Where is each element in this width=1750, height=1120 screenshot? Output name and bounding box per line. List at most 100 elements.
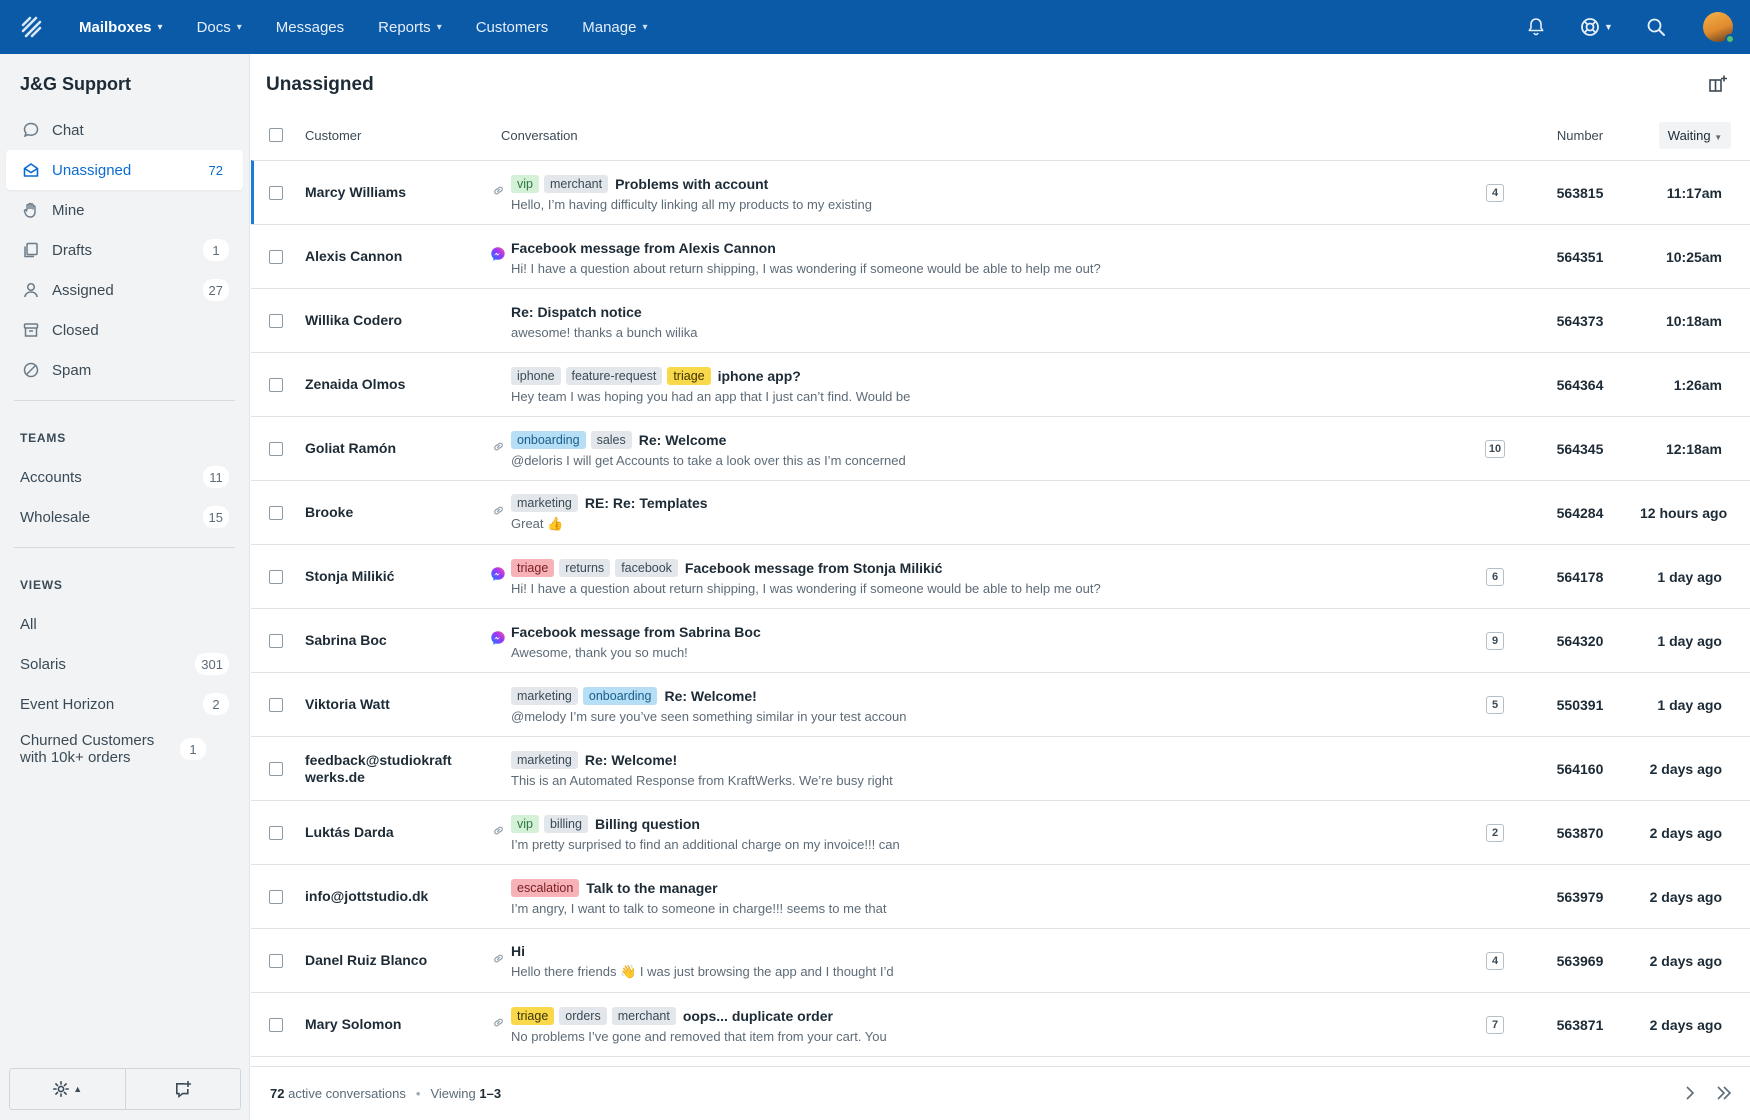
conversation-number: 550391 [1556,696,1604,713]
row-checkbox[interactable] [269,697,283,712]
views-heading: VIEWS [20,578,63,592]
table-row[interactable]: Goliat Ramón onboarding sales Re: Welcome @d… [251,416,1750,480]
sidebar-item-drafts[interactable]: Drafts 1 [6,230,243,270]
table-row[interactable]: Sabrina Boc Facebook message from Sabrina… [251,608,1750,672]
team-item-wholesale[interactable]: Wholesale 15 [6,497,243,537]
view-item-solaris[interactable]: Solaris 301 [6,644,243,684]
conversation-number: 564178 [1556,568,1604,585]
table-row[interactable]: Alexis Cannon Facebook message from Alexi… [251,224,1750,288]
table-row[interactable]: Luktás Darda vip billing Billing question I’… [251,800,1750,864]
tag[interactable]: onboarding [511,430,586,449]
team-item-accounts[interactable]: Accounts 11 [6,457,243,497]
app-logo[interactable] [0,0,62,54]
nav-item-mailboxes[interactable]: Mailboxes ▾ [62,0,180,54]
table-row[interactable]: Viktoria Watt marketing onboarding Re: Welc… [251,672,1750,736]
tag[interactable]: returns [559,558,611,577]
row-checkbox[interactable] [269,953,283,968]
table-row[interactable]: Zenaida Olmos iphone feature-request triage… [251,352,1750,416]
sidebar-item-closed[interactable]: Closed [6,310,243,350]
view-item-all[interactable]: All [6,604,243,644]
tag[interactable]: escalation [511,878,580,897]
row-checkbox[interactable] [269,889,283,904]
row-checkbox[interactable] [269,249,283,264]
sidebar-item-chat[interactable]: Chat [6,110,243,150]
tag[interactable]: marketing [511,750,578,769]
last-page-button[interactable] [1712,1081,1736,1105]
sidebar-item-mine[interactable]: Mine [6,190,243,230]
waiting-time: 2 days ago [1649,888,1722,905]
table-row[interactable]: Danel Ruiz Blanco Hi Hello there friends 👋… [251,928,1750,992]
table-row[interactable]: Marcy Williams vip merchant Problems with a… [251,160,1750,224]
new-conversation-button[interactable] [1706,72,1730,96]
column-customer[interactable]: Customer [301,128,501,143]
row-checkbox[interactable] [269,633,283,648]
sidebar-item-spam[interactable]: Spam [6,350,243,390]
online-status-dot [1725,34,1735,44]
tag[interactable]: sales [590,430,632,449]
help-icon[interactable]: ▼ [1566,0,1626,54]
row-checkbox[interactable] [269,569,283,584]
nav-item-customers[interactable]: Customers [459,0,566,54]
view-item-event-horizon[interactable]: Event Horizon 2 [6,684,243,724]
table-row[interactable]: Willika Codero Re: Dispatch notice awesome… [251,288,1750,352]
table-row[interactable]: Brooke marketing RE: Re: Templates Great 👍 5… [251,480,1750,544]
tag[interactable]: marketing [511,494,578,512]
tag[interactable]: vip [511,174,539,193]
column-conversation[interactable]: Conversation [501,128,1520,143]
tag[interactable]: feature-request [565,366,663,385]
row-checkbox[interactable] [269,825,283,840]
conversation-summary: marketing Re: Welcome! This is an Automate… [511,750,1470,788]
nav-item-docs[interactable]: Docs ▾ [180,0,259,54]
sidebar-item-unassigned[interactable]: Unassigned 72 [6,150,243,190]
tag[interactable]: marketing [511,686,578,705]
conversation-number: 564320 [1556,632,1604,649]
conversation-number: 564373 [1556,312,1604,329]
table-row[interactable]: feedback@studiokraft werks.de marketing Re… [251,736,1750,800]
nav-item-reports[interactable]: Reports ▾ [361,0,459,54]
conversation-subject: Problems with account [615,175,769,192]
column-waiting-sort[interactable]: Waiting ▼ [1658,121,1732,149]
row-checkbox[interactable] [269,1017,283,1032]
conversation-summary: Hi Hello there friends 👋 I was just brows… [511,941,1470,980]
messenger-icon [490,630,506,651]
column-number[interactable]: Number [1520,128,1640,143]
nav-item-messages[interactable]: Messages [259,0,361,54]
table-row[interactable]: Stonja Milikić triage returns facebook Faceb… [251,544,1750,608]
tag[interactable]: onboarding [582,686,658,705]
conversation-subject: Re: Welcome! [664,687,757,704]
tag[interactable]: iphone [511,366,561,385]
nav-item-manage[interactable]: Manage ▾ [565,0,664,54]
bell-icon[interactable] [1506,0,1566,54]
tag[interactable]: orders [559,1006,607,1025]
tag[interactable]: triage [511,1006,555,1025]
user-avatar-button[interactable] [1686,0,1750,54]
row-checkbox[interactable] [269,505,283,520]
row-checkbox[interactable] [269,313,283,328]
row-checkbox[interactable] [269,377,283,392]
tag[interactable]: billing [543,814,588,833]
tag[interactable]: vip [511,814,539,833]
conversation-list-panel: Unassigned Customer Conversation Number … [251,54,1750,1120]
tag[interactable]: triage [511,558,555,577]
next-page-button[interactable] [1678,1081,1702,1105]
chevron-down-icon: ▼ [1714,132,1723,142]
tag[interactable]: triage [667,366,711,385]
tag[interactable]: facebook [615,558,678,577]
tag[interactable]: merchant [611,1006,676,1025]
search-icon[interactable] [1626,0,1686,54]
table-row[interactable]: info@jottstudio.dk escalation Talk to the … [251,864,1750,928]
view-item-churned-customers-with-10k-orders[interactable]: Churned Customers with 10k+ orders 1 [6,724,243,774]
select-all-checkbox[interactable] [269,128,283,142]
row-checkbox[interactable] [269,441,283,456]
row-checkbox[interactable] [269,761,283,776]
new-conversation-sidebar-button[interactable] [124,1069,241,1109]
row-checkbox[interactable] [269,185,283,200]
table-row[interactable]: Mary Solomon triage orders merchant oops... … [251,992,1750,1056]
conversation-subject: Re: Welcome [638,431,727,448]
tag[interactable]: merchant [543,174,609,193]
divider [14,547,235,548]
nav-item-label: Messages [275,18,345,36]
mailbox-settings-button[interactable]: ▲ [10,1069,125,1109]
sidebar-item-assigned[interactable]: Assigned 27 [6,270,243,310]
conversation-preview: @melody I’m sure you’ve seen something s… [511,708,907,724]
